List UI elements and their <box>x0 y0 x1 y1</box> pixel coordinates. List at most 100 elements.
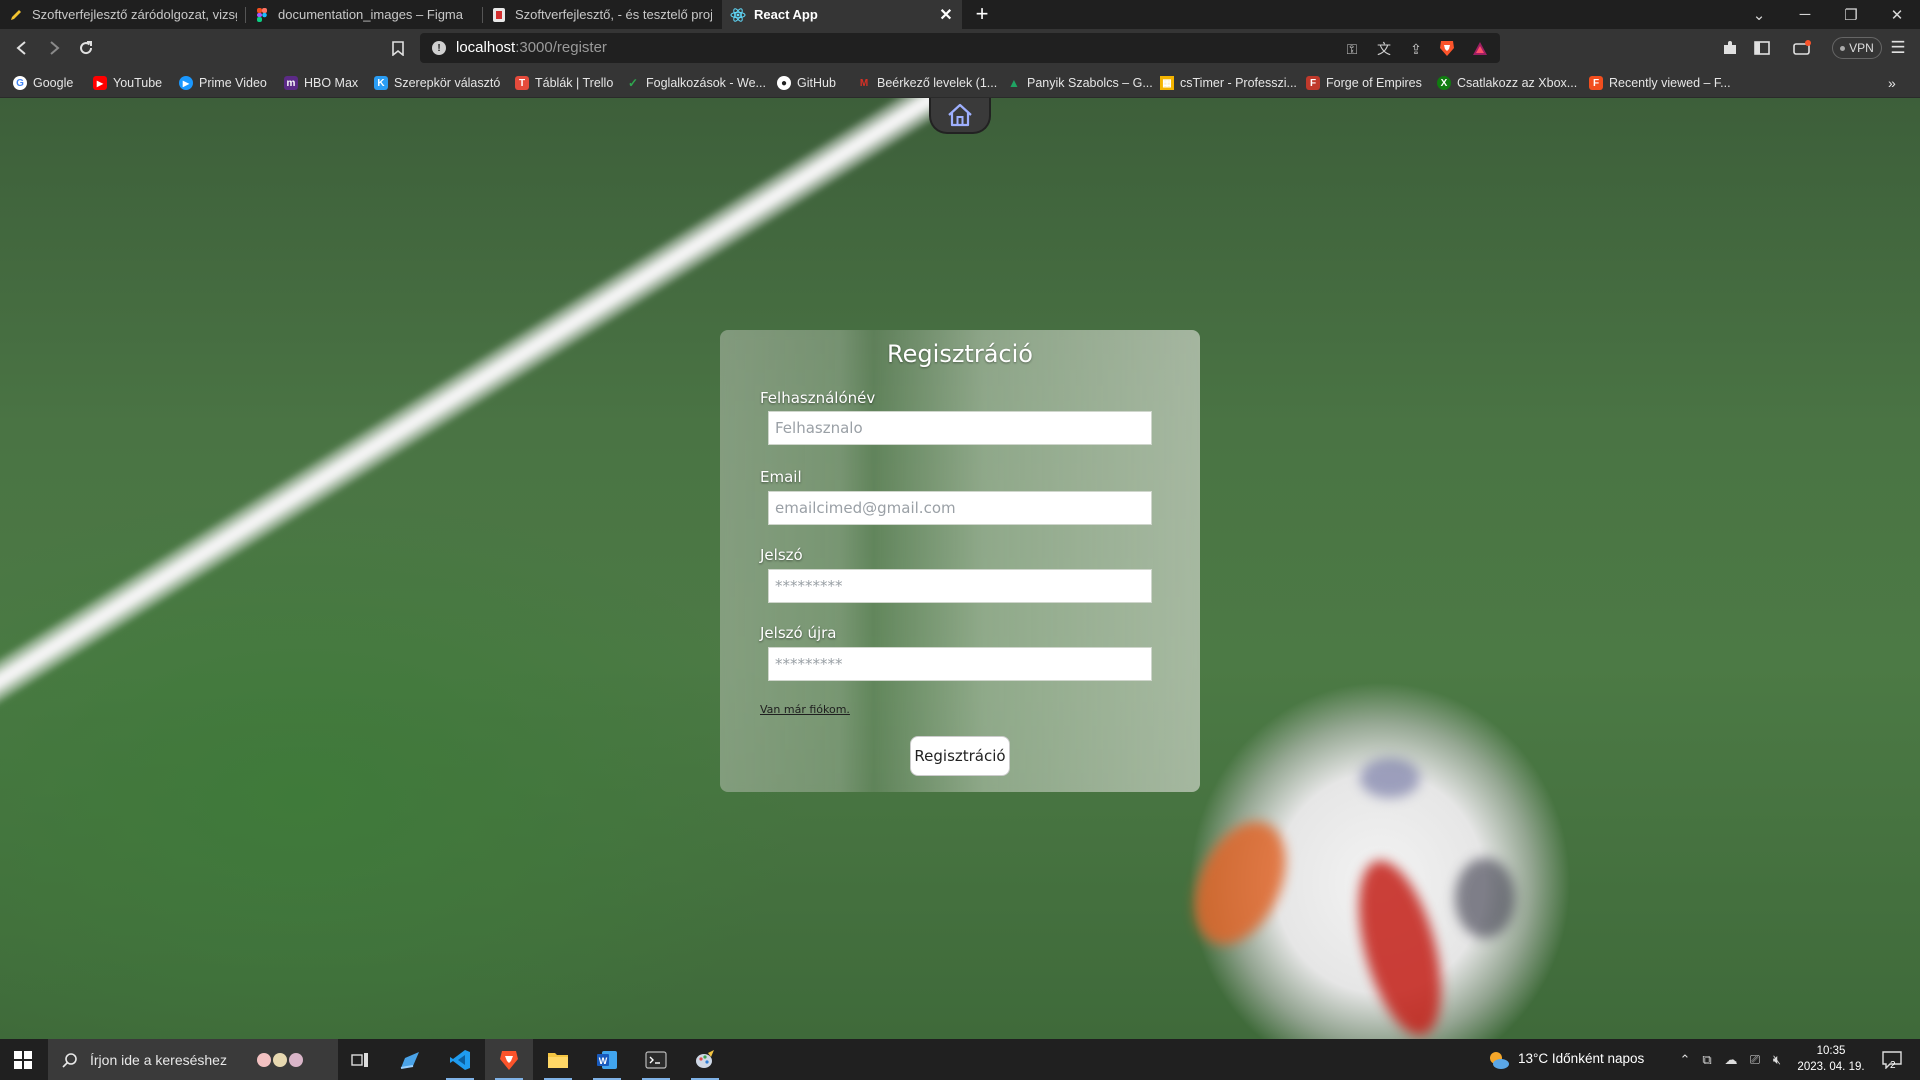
password-input[interactable] <box>768 569 1152 603</box>
taskbar-app-vscode[interactable] <box>436 1039 484 1080</box>
browser-toolbar: ! localhost:3000/register ⚿ 文 ⇪ VPN ☰ <box>0 29 1920 67</box>
home-icon <box>948 103 972 127</box>
tab-search-chevron-icon[interactable]: ⌄ <box>1736 0 1782 29</box>
translate-icon[interactable]: 文 <box>1372 37 1396 61</box>
address-bar[interactable]: ! localhost:3000/register ⚿ 文 ⇪ <box>420 33 1500 63</box>
bookmark-gmail[interactable]: M Beérkező levelek (1... <box>857 73 997 93</box>
new-tab-button[interactable]: + <box>968 3 996 27</box>
onedrive-cloud-icon[interactable]: ☁ <box>1722 1051 1740 1069</box>
bookmark-button[interactable] <box>384 35 412 61</box>
page-viewport: Regisztráció Felhasználónév Email Jelszó… <box>0 98 1920 1039</box>
meet-now-icon[interactable]: ⧉ <box>1698 1051 1716 1069</box>
gmail-icon: M <box>859 77 869 89</box>
forge-icon: F <box>1306 76 1320 90</box>
bookmark-hbo-max[interactable]: m HBO Max <box>284 73 358 93</box>
show-hidden-icons-chevron-icon[interactable]: ⌃ <box>1676 1051 1694 1069</box>
page-title: Regisztráció <box>887 340 1033 368</box>
k-icon: K <box>374 76 388 90</box>
task-view-button[interactable] <box>336 1039 384 1080</box>
bookmark-forge-of-empires[interactable]: F Forge of Empires <box>1306 73 1422 93</box>
bookmark-youtube[interactable]: ▶ YouTube <box>93 73 162 93</box>
key-icon[interactable]: ⚿ <box>1340 37 1364 61</box>
bookmark-xbox[interactable]: X Csatlakozz az Xbox... <box>1437 73 1577 93</box>
bookmark-google[interactable]: G Google <box>13 73 73 93</box>
weather-text[interactable]: 13°C Időnként napos <box>1518 1051 1644 1066</box>
extensions-button[interactable] <box>1716 35 1744 61</box>
taskbar-app-brave[interactable] <box>485 1039 533 1080</box>
share-icon[interactable]: ⇪ <box>1404 37 1428 61</box>
brave-shields-button[interactable] <box>1433 35 1461 61</box>
weather-sun-cloud-icon[interactable] <box>1488 1049 1510 1071</box>
bookmarks-overflow-chevron-icon[interactable]: » <box>1888 73 1896 93</box>
notification-count: 2 <box>1890 1060 1896 1071</box>
tab-figma[interactable]: documentation_images – Figma <box>246 0 482 29</box>
close-tab-icon[interactable]: ✕ <box>938 5 954 25</box>
have-account-link[interactable]: Van már fiókom. <box>760 703 850 716</box>
taskbar-app-terminal[interactable] <box>632 1039 680 1080</box>
back-arrow-icon <box>16 41 26 55</box>
password-label: Jelszó <box>760 546 803 564</box>
windows-logo-icon <box>14 1050 32 1069</box>
register-button[interactable]: Regisztráció <box>910 736 1010 776</box>
close-window-button[interactable]: ✕ <box>1874 0 1920 29</box>
taskbar-app-word[interactable]: W <box>583 1039 631 1080</box>
document-icon <box>491 7 507 23</box>
react-icon <box>730 7 746 23</box>
info-icon[interactable]: ! <box>432 41 446 55</box>
menu-button[interactable]: ☰ <box>1884 35 1912 61</box>
email-input[interactable] <box>768 491 1152 525</box>
home-button[interactable] <box>929 98 991 134</box>
check-icon: ✓ <box>627 76 639 90</box>
taskbar-app-file-explorer[interactable] <box>534 1039 582 1080</box>
bookmark-recently-viewed[interactable]: F Recently viewed – F... <box>1589 73 1731 93</box>
clock-date: 2023. 04. 19. <box>1797 1061 1865 1073</box>
start-button[interactable] <box>0 1039 46 1080</box>
back-button[interactable] <box>8 35 36 61</box>
bookmark-prime-video[interactable]: ▶ Prime Video <box>179 73 267 93</box>
windows-taskbar: Írjon ide a kereséshez W 13°C Időnként n… <box>0 1039 1920 1080</box>
forward-arrow-icon <box>50 41 60 55</box>
bookmark-github[interactable]: ● GitHub <box>777 73 836 93</box>
register-form: Regisztráció Felhasználónév Email Jelszó… <box>720 330 1200 792</box>
tab-strip: Szoftverfejlesztő záródolgozat, vizsgare… <box>0 0 1920 29</box>
volume-muted-icon[interactable]: 🔇︎ <box>1768 1051 1786 1069</box>
taskbar-app-pen[interactable] <box>386 1039 434 1080</box>
google-icon: G <box>13 76 27 90</box>
bookmark-foglalkozasok[interactable]: ✓ Foglalkozások - We... <box>626 73 766 93</box>
forward-button[interactable] <box>40 35 68 61</box>
drive-icon: ▲ <box>1008 76 1020 90</box>
tab-projekt[interactable]: Szoftverfejlesztő, - és tesztelő projekt <box>483 0 720 29</box>
task-view-icon <box>351 1052 368 1067</box>
wallet-button[interactable] <box>1788 35 1816 61</box>
bookmark-szerepkor[interactable]: K Szerepkör választó <box>374 73 500 93</box>
taskbar-app-paint[interactable] <box>681 1039 729 1080</box>
email-label: Email <box>760 468 802 486</box>
prime-video-icon: ▶ <box>179 76 193 90</box>
brave-icon <box>500 1050 518 1070</box>
youtube-icon: ▶ <box>93 76 107 90</box>
vpn-button[interactable]: VPN <box>1832 37 1882 59</box>
folder-icon <box>548 1052 568 1068</box>
paint-icon <box>696 1049 714 1068</box>
bookmark-drive[interactable]: ▲ Panyik Szabolcs – G... <box>1007 73 1153 93</box>
tab-react-app[interactable]: React App ✕ <box>722 0 962 29</box>
minimize-button[interactable]: ─ <box>1782 0 1828 29</box>
network-icon[interactable]: ⎚ <box>1746 1051 1764 1069</box>
ball-decoration <box>1455 858 1515 938</box>
system-clock[interactable]: 10:35 2023. 04. 19. <box>1790 1043 1872 1075</box>
bookmark-trello[interactable]: T Táblák | Trello <box>515 73 613 93</box>
restore-button[interactable]: ❐ <box>1828 0 1874 29</box>
taskbar-search[interactable]: Írjon ide a kereséshez <box>48 1039 338 1080</box>
sidebar-icon <box>1754 41 1770 55</box>
github-icon: ● <box>777 76 791 90</box>
username-input[interactable] <box>768 411 1152 445</box>
bookmark-cstimer[interactable]: ▦ csTimer - Professzi... <box>1160 73 1297 93</box>
sidebar-button[interactable] <box>1748 35 1776 61</box>
reload-button[interactable] <box>72 35 100 61</box>
hbo-max-icon: m <box>284 76 298 90</box>
brave-rewards-button[interactable] <box>1466 35 1494 61</box>
password-confirm-input[interactable] <box>768 647 1152 681</box>
figma-icon: F <box>1589 76 1603 90</box>
tab-zarodolgozat[interactable]: Szoftverfejlesztő záródolgozat, vizsgare… <box>0 0 245 29</box>
puzzle-icon <box>1724 41 1736 54</box>
